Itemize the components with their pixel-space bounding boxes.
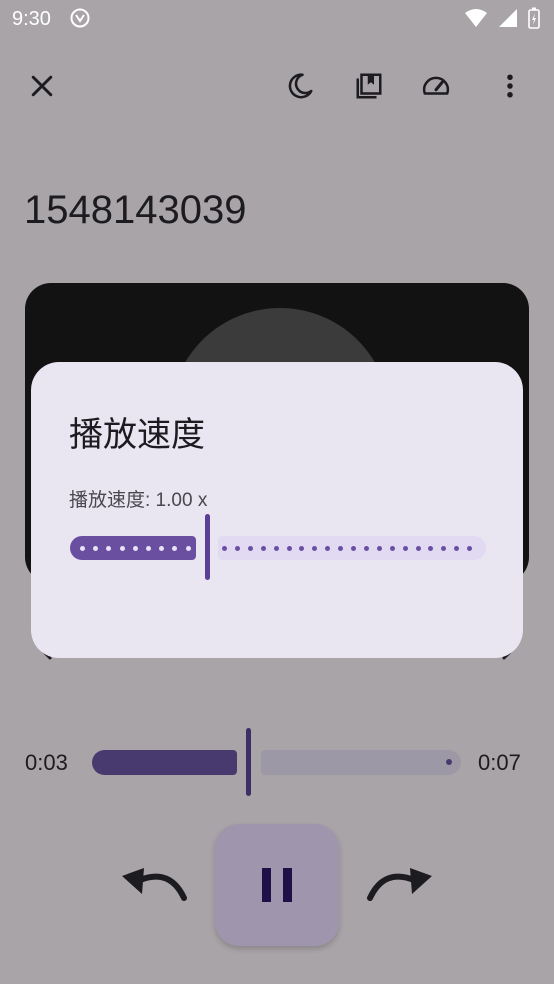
more-vert-icon [507,74,513,98]
progress-end-marker [446,759,452,765]
speed-slider-handle[interactable] [205,514,210,580]
progress-handle[interactable] [246,728,251,796]
bookmark-button[interactable] [349,66,389,106]
playback-speed-button[interactable] [416,66,456,106]
speed-tick [273,545,279,551]
speed-slider[interactable] [70,514,486,580]
page-title: 1548143039 [24,188,247,232]
total-time: 0:07 [478,750,521,775]
speed-tick [80,545,85,551]
speed-tick [363,545,369,551]
rewind-icon [122,868,187,901]
dialog-title: 播放速度 [69,416,205,454]
speed-tick [312,545,318,551]
speed-tick [325,545,331,551]
speed-tick [467,545,473,551]
speed-tick [402,545,408,551]
sleep-timer-button[interactable] [280,66,320,106]
speed-tick [159,545,165,551]
speed-tick [185,545,191,551]
speed-tick [172,545,178,551]
speed-tick [351,545,356,551]
app-notification-icon [70,8,90,28]
pause-button[interactable] [215,824,339,946]
speed-tick [376,545,382,551]
speed-tick [441,545,447,551]
speed-tick [222,545,227,551]
forward-icon [367,868,432,901]
speed-tick [428,545,434,551]
speed-tick [146,545,151,551]
speed-slider-inactive-track [218,536,486,560]
speed-tick [234,545,240,551]
pause-icon [262,868,292,902]
signal-icon [499,9,517,27]
status-time: 9:30 [12,8,51,30]
moon-icon [288,73,313,99]
speed-tick [415,545,421,551]
speed-tick [247,545,253,551]
speed-tick [132,545,138,551]
progress-inactive-track[interactable] [261,750,461,775]
bookmark-icon [356,73,382,99]
speed-slider-active-track [70,536,196,560]
speedometer-icon [422,76,450,95]
more-options-button[interactable] [490,66,530,106]
speed-tick [106,545,112,551]
speed-tick [286,545,292,551]
speed-tick [260,545,266,551]
progress-active-track [92,750,237,775]
wifi-icon [465,9,487,27]
battery-icon [528,7,540,29]
close-icon [31,75,53,97]
speed-tick [389,545,395,551]
speed-tick [93,545,99,551]
rewind-button[interactable] [118,860,190,910]
playback-speed-dialog: 播放速度 播放速度: 1.00 x [31,362,523,658]
speed-tick [119,545,125,551]
close-button[interactable] [22,66,62,106]
speed-tick [338,545,344,551]
status-icons [464,7,540,29]
speed-label: 播放速度: 1.00 x [69,490,208,511]
current-time: 0:03 [25,750,68,775]
forward-button[interactable] [364,860,436,910]
speed-tick [454,545,460,551]
speed-tick [299,545,305,551]
